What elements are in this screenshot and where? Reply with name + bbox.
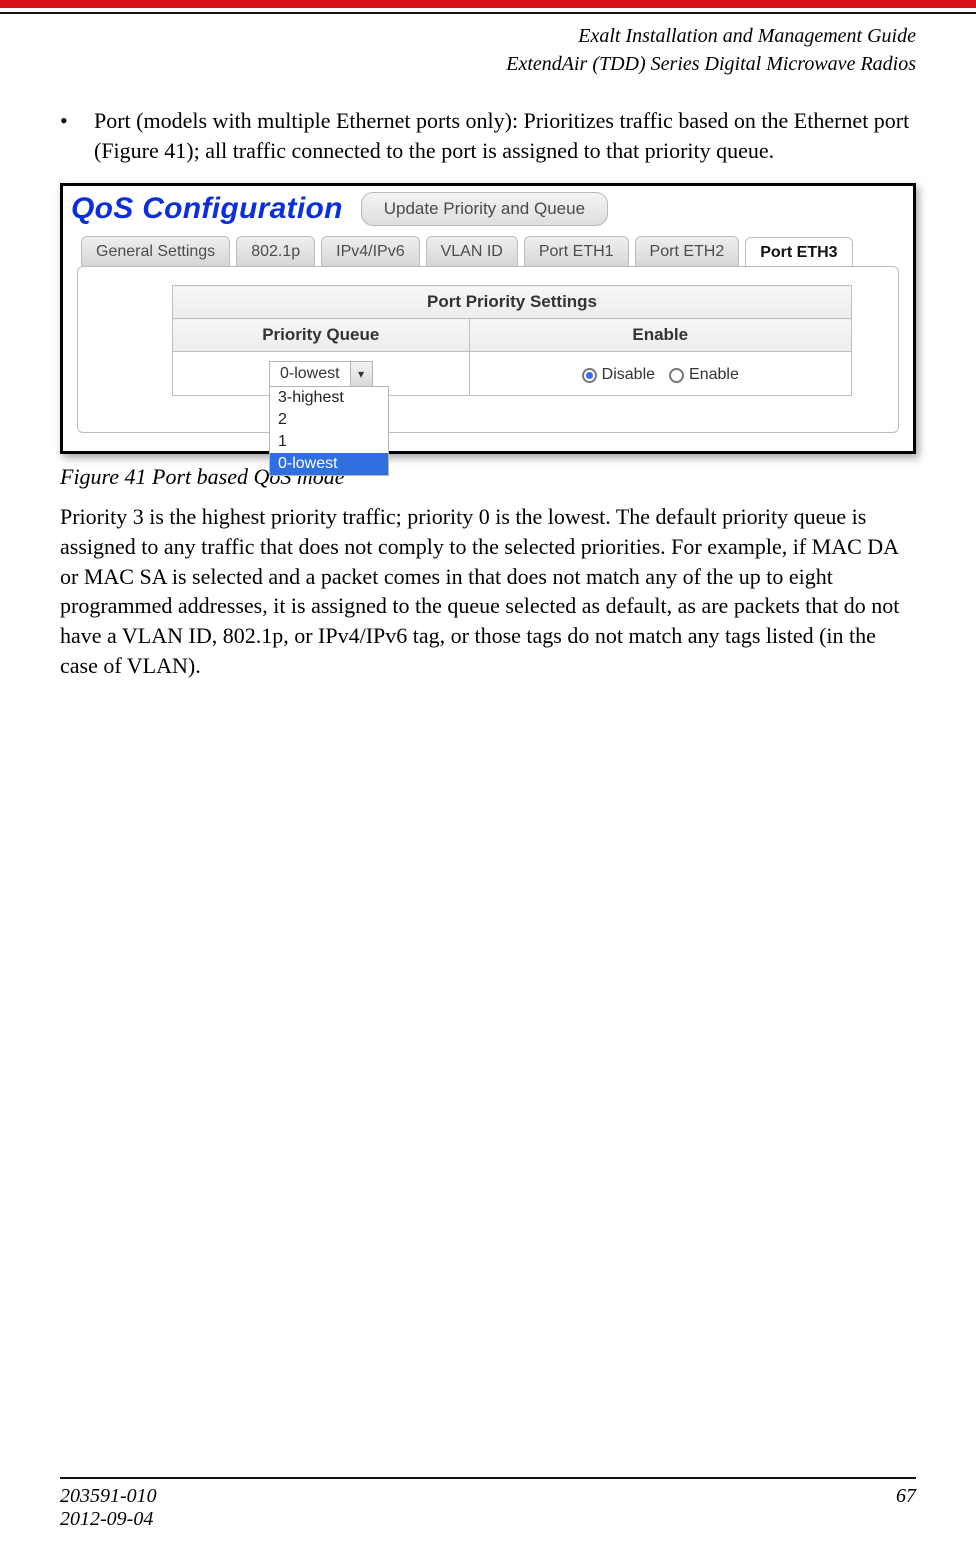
priority-queue-dropdown[interactable]: 3-highest 2 1 0-lowest [269, 386, 389, 476]
footer-date: 2012-09-04 [60, 1508, 157, 1531]
option-2[interactable]: 2 [270, 409, 388, 431]
col-enable: Enable [469, 319, 851, 352]
radio-disable-label: Disable [602, 366, 655, 384]
col-priority-queue: Priority Queue [173, 319, 470, 352]
priority-queue-select[interactable]: 0-lowest ▾ 3-highest 2 1 0-lowest [269, 361, 373, 387]
top-red-bar [0, 0, 976, 8]
qos-title: QoS Configuration [71, 192, 343, 226]
tab-802-1p[interactable]: 802.1p [236, 236, 315, 266]
table-caption: Port Priority Settings [173, 286, 852, 319]
priority-queue-value: 0-lowest [270, 362, 350, 386]
option-0-lowest[interactable]: 0-lowest [270, 453, 388, 475]
tab-port-eth2[interactable]: Port ETH2 [635, 236, 740, 266]
header-subtitle: ExtendAir (TDD) Series Digital Microwave… [60, 50, 916, 78]
update-priority-queue-button[interactable]: Update Priority and Queue [361, 192, 608, 226]
enable-radio-group: Disable Enable [582, 366, 739, 384]
tab-strip: General Settings 802.1p IPv4/IPv6 VLAN I… [81, 236, 905, 266]
option-1[interactable]: 1 [270, 431, 388, 453]
tab-port-eth1[interactable]: Port ETH1 [524, 236, 629, 266]
radio-enable[interactable]: Enable [669, 366, 739, 384]
bullet-text: Port (models with multiple Ethernet port… [94, 106, 916, 165]
page-footer: 203591-010 2012-09-04 67 [60, 1477, 916, 1531]
tab-vlan-id[interactable]: VLAN ID [426, 236, 518, 266]
dropdown-arrow-icon: ▾ [350, 362, 372, 386]
qos-config-screenshot: QoS Configuration Update Priority and Qu… [60, 183, 916, 454]
bullet-item: • Port (models with multiple Ethernet po… [60, 106, 916, 165]
bullet-marker: • [60, 106, 94, 165]
tab-general-settings[interactable]: General Settings [81, 236, 230, 266]
tab-panel: Port Priority Settings Priority Queue En… [77, 266, 899, 433]
port-priority-table: Port Priority Settings Priority Queue En… [172, 285, 852, 396]
radio-disable[interactable]: Disable [582, 366, 655, 384]
tab-ipv4-ipv6[interactable]: IPv4/IPv6 [321, 236, 419, 266]
option-3-highest[interactable]: 3-highest [270, 387, 388, 409]
tab-port-eth3[interactable]: Port ETH3 [745, 237, 852, 267]
top-thin-bar [0, 12, 976, 14]
radio-icon [669, 368, 684, 383]
radio-enable-label: Enable [689, 366, 739, 384]
figure-caption: Figure 41 Port based QoS mode [60, 464, 916, 490]
footer-doc-number: 203591-010 [60, 1485, 157, 1508]
header-title: Exalt Installation and Management Guide [60, 22, 916, 50]
radio-icon [582, 368, 597, 383]
running-header: Exalt Installation and Management Guide … [60, 22, 916, 78]
footer-page-number: 67 [896, 1485, 916, 1531]
body-paragraph: Priority 3 is the highest priority traff… [60, 502, 916, 680]
